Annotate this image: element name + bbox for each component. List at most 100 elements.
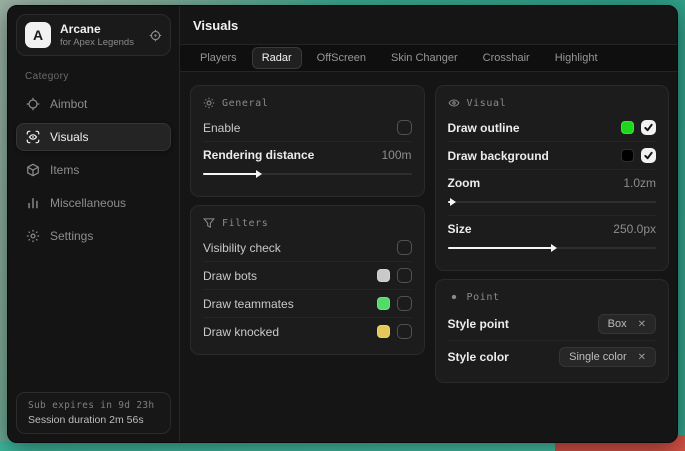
panel-point-header: Point [448,283,657,308]
slider-track [448,201,657,203]
row-label: Draw bots [203,269,257,283]
size-slider-row [448,242,657,261]
draw-teammates-color-swatch[interactable] [377,297,390,310]
bars-icon [26,196,40,210]
row-draw-bots: Draw bots [203,261,412,289]
chip-label: Box [608,318,627,330]
row-size: Size 250.0px [448,215,657,242]
draw-bots-checkbox[interactable] [397,268,412,283]
panel-title: General [222,98,268,109]
sidebar-item-label: Settings [50,229,93,243]
sun-icon [203,97,215,109]
panel-visual-header: Visual [448,89,657,114]
draw-outline-color-swatch[interactable] [621,121,634,134]
check-icon [644,151,653,160]
right-column: Visual Draw outline Draw background [435,85,670,442]
row-label: Visibility check [203,241,281,255]
visibility-check-checkbox[interactable] [397,240,412,255]
row-label: Draw background [448,149,549,163]
row-zoom: Zoom 1.0zm [448,169,657,196]
content: General Enable Rendering distance 100m [180,72,677,442]
size-value: 250.0px [613,222,656,236]
sidebar-item-visuals[interactable]: Visuals [16,123,171,151]
draw-knocked-color-swatch[interactable] [377,325,390,338]
funnel-icon [203,217,215,229]
app-subtitle: for Apex Legends [60,37,134,48]
panel-visual: Visual Draw outline Draw background [435,85,670,271]
enable-checkbox[interactable] [397,120,412,135]
app-title: Arcane [60,22,134,36]
row-draw-background: Draw background [448,141,657,169]
crosshair-icon [26,97,40,111]
close-icon[interactable]: ✕ [638,352,646,363]
panel-title: Filters [222,218,268,229]
app-logo: A [25,22,51,48]
sidebar-item-miscellaneous[interactable]: Miscellaneous [16,189,171,217]
row-controls [377,324,412,339]
sub-expiry-text: Sub expires in 9d 23h [28,400,159,411]
panel-filters-header: Filters [203,209,412,234]
sidebar-item-label: Items [50,163,79,177]
zoom-slider[interactable] [448,197,657,207]
session-duration-text: Session duration 2m 56s [28,414,159,426]
row-draw-teammates: Draw teammates [203,289,412,317]
row-controls [377,296,412,311]
draw-teammates-checkbox[interactable] [397,296,412,311]
row-controls [621,120,656,135]
sidebar-item-label: Visuals [50,130,88,144]
rendering-distance-value: 100m [381,148,411,162]
subscription-card: Sub expires in 9d 23h Session duration 2… [16,392,171,434]
sidebar-item-aimbot[interactable]: Aimbot [16,90,171,118]
size-slider[interactable] [448,243,657,253]
row-rendering-distance: Rendering distance 100m [203,141,412,168]
sidebar-item-label: Miscellaneous [50,196,126,210]
slider-fill [448,201,451,203]
panel-general: General Enable Rendering distance 100m [190,85,425,197]
style-point-select[interactable]: Box ✕ [598,314,656,334]
sidebar-nav: Aimbot Visuals [8,84,179,256]
tab-radar[interactable]: Radar [252,47,302,69]
tab-crosshair[interactable]: Crosshair [473,47,540,69]
tab-highlight[interactable]: Highlight [545,47,608,69]
main-header: Visuals [180,6,677,45]
sidebar-item-settings[interactable]: Settings [16,222,171,250]
row-label: Zoom [448,176,481,190]
zoom-slider-row [448,196,657,215]
draw-background-checkbox[interactable] [641,148,656,163]
rendering-distance-slider[interactable] [203,169,412,179]
panel-title: Point [467,292,500,303]
row-label: Rendering distance [203,148,314,162]
draw-knocked-checkbox[interactable] [397,324,412,339]
tab-offscreen[interactable]: OffScreen [307,47,376,69]
sidebar-item-items[interactable]: Items [16,156,171,184]
tab-players[interactable]: Players [190,47,247,69]
draw-outline-checkbox[interactable] [641,120,656,135]
tab-skin-changer[interactable]: Skin Changer [381,47,468,69]
left-column: General Enable Rendering distance 100m [190,85,425,442]
panel-title: Visual [467,98,507,109]
style-color-select[interactable]: Single color ✕ [559,347,656,367]
row-controls [377,268,412,283]
page-title: Visuals [193,18,238,33]
row-label: Draw knocked [203,325,279,339]
row-style-color: Style color Single color ✕ [448,340,657,373]
slider-fill [448,247,552,249]
sidebar: A Arcane for Apex Legends Category [8,6,180,442]
chip-label: Single color [569,351,626,363]
target-icon[interactable] [149,29,162,42]
row-label: Draw teammates [203,297,294,311]
row-draw-outline: Draw outline [448,114,657,141]
panel-filters: Filters Visibility check Draw bots [190,205,425,355]
category-label: Category [25,71,179,82]
check-icon [644,123,653,132]
main-area: Visuals Players Radar OffScreen Skin Cha… [180,6,677,442]
app-window: A Arcane for Apex Legends Category [7,5,678,443]
panel-point: Point Style point Box ✕ Style color Sing… [435,279,670,383]
close-icon[interactable]: ✕ [638,319,646,330]
draw-bots-color-swatch[interactable] [377,269,390,282]
tab-bar: Players Radar OffScreen Skin Changer Cro… [180,45,677,72]
draw-background-color-swatch[interactable] [621,149,634,162]
row-controls [621,148,656,163]
eye-icon [448,97,460,109]
row-visibility-check: Visibility check [203,234,412,261]
